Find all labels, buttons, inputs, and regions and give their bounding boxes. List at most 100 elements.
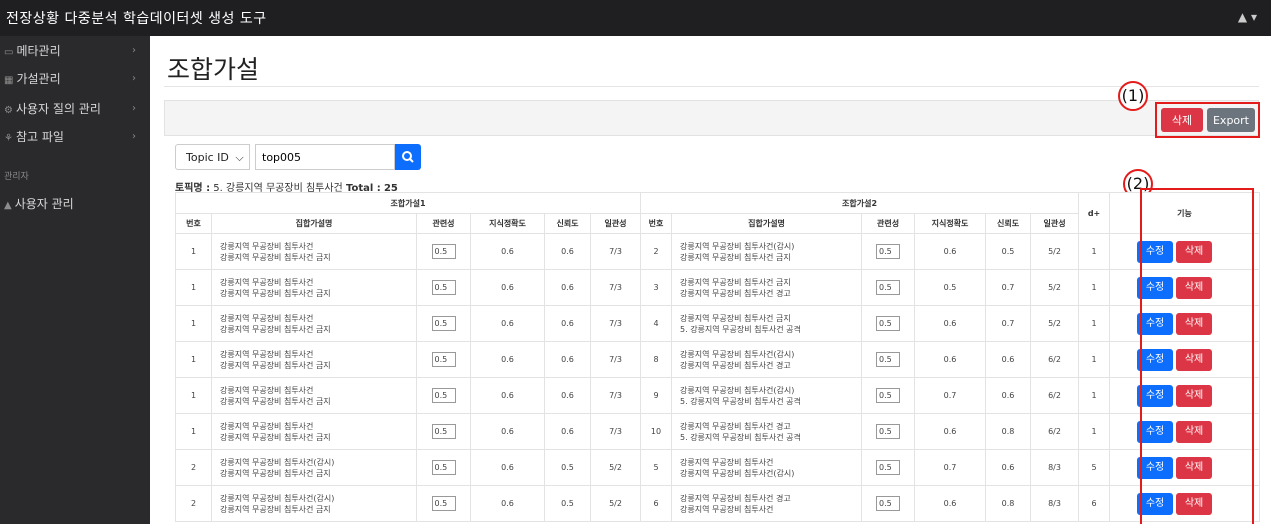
knowledge-accuracy: 0.6 xyxy=(914,413,987,450)
relevance-cell: 0.5 xyxy=(416,233,471,270)
sidebar-item-user-query[interactable]: ⚙ 사용자 질의 관리 › xyxy=(0,98,150,128)
relevance-input[interactable]: 0.5 xyxy=(431,316,456,331)
sidebar: ▭ 메타관리 › ▦ 가설관리 › ⚙ 사용자 질의 관리 › ⚘ 참고 파일 › 관리… xyxy=(0,36,150,524)
row-number: 1 xyxy=(175,233,212,270)
column-header: 신뢰도 xyxy=(985,213,1032,234)
column-header: 일관성 xyxy=(589,213,642,234)
d-plus-value: 1 xyxy=(1078,233,1111,270)
hypothesis-line: 강릉지역 무공장비 침투사건 경고 xyxy=(680,421,791,431)
row-number: 1 xyxy=(175,413,212,450)
relevance-input[interactable]: 0.5 xyxy=(431,460,456,475)
hypothesis-name: 강릉지역 무공장비 침투사건 금지 강릉지역 무공장비 침투사건 경고 xyxy=(671,269,863,306)
column-header: 번호 xyxy=(640,213,673,234)
search-input[interactable] xyxy=(255,144,395,170)
consistency: 7/3 xyxy=(589,269,642,306)
relevance-input[interactable]: 0.5 xyxy=(431,244,456,259)
table-row: 1 강릉지역 무공장비 침투사건 강릉지역 무공장비 침투사건 금지 0.5 0.6 0.… xyxy=(175,269,1261,306)
relevance-input[interactable]: 0.5 xyxy=(431,496,456,511)
relevance-input[interactable]: 0.5 xyxy=(431,280,456,295)
export-button[interactable]: Export xyxy=(1207,108,1255,132)
hypothesis-line: 강릉지역 무공장비 침투사건 금지 xyxy=(220,504,331,514)
annotation-label-1: (1) xyxy=(1118,81,1148,111)
consistency: 7/3 xyxy=(589,305,642,342)
row-number: 2 xyxy=(175,485,212,522)
column-header: 관련성 xyxy=(861,213,916,234)
d-plus-value: 1 xyxy=(1078,413,1111,450)
knowledge-accuracy: 0.7 xyxy=(914,377,987,414)
sidebar-item-label: 가설관리 xyxy=(16,72,61,86)
knowledge-accuracy: 0.5 xyxy=(914,269,987,306)
hypothesis-line: 강릉지역 무공장비 침투사건(감시) xyxy=(220,457,335,467)
knowledge-accuracy: 0.6 xyxy=(470,485,545,522)
relevance-input[interactable]: 0.5 xyxy=(876,352,901,367)
topic-id-select[interactable]: Topic ID ⌵ xyxy=(175,144,250,170)
relevance-input[interactable]: 0.5 xyxy=(431,424,456,439)
search-button[interactable] xyxy=(395,144,421,170)
relevance-input[interactable]: 0.5 xyxy=(431,352,456,367)
consistency: 8/3 xyxy=(1030,449,1080,486)
hypothesis-name: 강릉지역 무공장비 침투사건 강릉지역 무공장비 침투사건(감시) xyxy=(671,449,863,486)
sidebar-item-label: 사용자 관리 xyxy=(14,197,74,211)
table-row: 1 강릉지역 무공장비 침투사건 강릉지역 무공장비 침투사건 금지 0.5 0.6 0.… xyxy=(175,233,1261,270)
consistency: 7/3 xyxy=(589,233,642,270)
sidebar-item-hypothesis[interactable]: ▦ 가설관리 › xyxy=(0,68,150,98)
relevance-cell: 0.5 xyxy=(416,413,471,450)
sidebar-item-user-management[interactable]: ▲ 사용자 관리 xyxy=(0,193,150,223)
hypothesis-line: 5. 강릉지역 무공장비 침투사건 공격 xyxy=(680,432,801,442)
knowledge-accuracy: 0.6 xyxy=(914,485,987,522)
reliability: 0.6 xyxy=(544,233,591,270)
delete-button[interactable]: 삭제 xyxy=(1161,108,1203,132)
group-header-1: 조합가설1 xyxy=(174,192,642,214)
hypothesis-line: 강릉지역 무공장비 침투사건 xyxy=(220,385,314,395)
row-number: 2 xyxy=(640,233,673,270)
row-number: 3 xyxy=(640,269,673,306)
hypothesis-name: 강릉지역 무공장비 침투사건(감시) 강릉지역 무공장비 침투사건 경고 xyxy=(671,341,863,378)
user-icon: ▲ xyxy=(4,200,12,211)
relevance-input[interactable]: 0.5 xyxy=(431,388,456,403)
relevance-cell: 0.5 xyxy=(861,449,916,486)
reliability: 0.6 xyxy=(985,449,1032,486)
table-icon: ▭ xyxy=(4,47,14,58)
relevance-cell: 0.5 xyxy=(861,485,916,522)
relevance-input[interactable]: 0.5 xyxy=(876,496,901,511)
reliability: 0.6 xyxy=(544,377,591,414)
chevron-down-icon: ⌵ xyxy=(235,151,244,164)
relevance-input[interactable]: 0.5 xyxy=(876,424,901,439)
relevance-cell: 0.5 xyxy=(861,305,916,342)
row-number: 10 xyxy=(640,413,673,450)
hypothesis-name: 강릉지역 무공장비 침투사건 강릉지역 무공장비 침투사건 금지 xyxy=(211,341,417,378)
d-plus-value: 1 xyxy=(1078,341,1111,378)
chevron-right-icon: › xyxy=(132,131,136,142)
hypothesis-line: 강릉지역 무공장비 침투사건 금지 xyxy=(220,288,331,298)
consistency: 5/2 xyxy=(1030,233,1080,270)
hypothesis-line: 강릉지역 무공장비 침투사건 금지 xyxy=(680,252,791,262)
consistency: 5/2 xyxy=(1030,305,1080,342)
user-menu-icon[interactable]: ▲ ▾ xyxy=(1238,10,1257,24)
consistency: 5/2 xyxy=(589,449,642,486)
hypothesis-name: 강릉지역 무공장비 침투사건 강릉지역 무공장비 침투사건 금지 xyxy=(211,233,417,270)
consistency: 5/2 xyxy=(1030,269,1080,306)
table-row: 2 강릉지역 무공장비 침투사건(감시) 강릉지역 무공장비 침투사건 금지 0.5 0… xyxy=(175,485,1261,522)
hypothesis-name: 강릉지역 무공장비 침투사건 강릉지역 무공장비 침투사건 금지 xyxy=(211,413,417,450)
hypothesis-name: 강릉지역 무공장비 침투사건 경고 강릉지역 무공장비 침투사건 xyxy=(671,485,863,522)
relevance-input[interactable]: 0.5 xyxy=(876,244,901,259)
relevance-cell: 0.5 xyxy=(416,377,471,414)
knowledge-accuracy: 0.6 xyxy=(914,341,987,378)
sitemap-icon: ⚘ xyxy=(4,133,13,144)
relevance-cell: 0.5 xyxy=(416,269,471,306)
relevance-input[interactable]: 0.5 xyxy=(876,280,901,295)
hypothesis-line: 강릉지역 무공장비 침투사건(감시) xyxy=(680,468,795,478)
knowledge-accuracy: 0.6 xyxy=(470,413,545,450)
table-row: 1 강릉지역 무공장비 침투사건 강릉지역 무공장비 침투사건 금지 0.5 0.6 0.… xyxy=(175,305,1261,342)
knowledge-accuracy: 0.7 xyxy=(914,449,987,486)
relevance-input[interactable]: 0.5 xyxy=(876,460,901,475)
divider xyxy=(164,86,1259,87)
hypothesis-line: 강릉지역 무공장비 침투사건 경고 xyxy=(680,493,791,503)
sidebar-item-reference-file[interactable]: ⚘ 참고 파일 › xyxy=(0,126,150,156)
hypothesis-line: 강릉지역 무공장비 침투사건 xyxy=(220,349,314,359)
table-row: 1 강릉지역 무공장비 침투사건 강릉지역 무공장비 침투사건 금지 0.5 0.6 0.… xyxy=(175,341,1261,378)
relevance-cell: 0.5 xyxy=(861,269,916,306)
relevance-input[interactable]: 0.5 xyxy=(876,388,901,403)
relevance-input[interactable]: 0.5 xyxy=(876,316,901,331)
sidebar-item-meta[interactable]: ▭ 메타관리 › xyxy=(0,40,150,70)
